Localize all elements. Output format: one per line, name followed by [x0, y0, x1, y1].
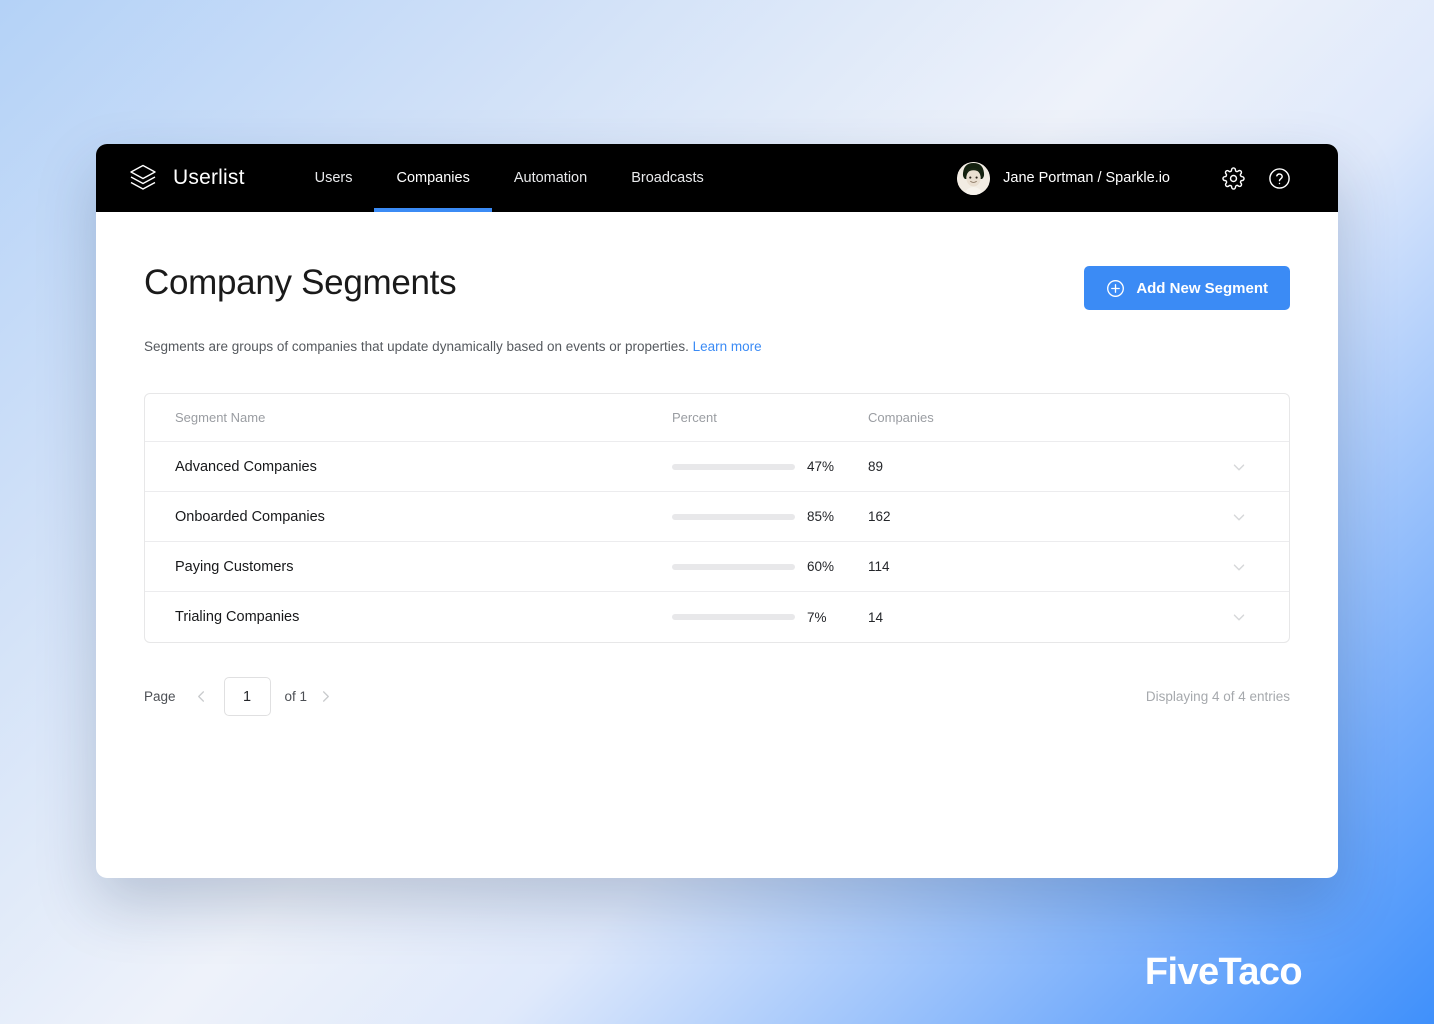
- table-row[interactable]: Onboarded Companies 85% 162: [145, 492, 1289, 543]
- progress-bar: [672, 513, 795, 520]
- segment-companies-count: 114: [868, 559, 890, 575]
- navbar-right: Jane Portman / Sparkle.io: [957, 161, 1296, 195]
- top-navbar: Userlist Users Companies Automation Broa…: [96, 144, 1338, 212]
- nav-tab-broadcasts[interactable]: Broadcasts: [609, 144, 726, 212]
- percent-label: 7%: [807, 609, 827, 625]
- row-expand-button[interactable]: [1219, 608, 1259, 626]
- table-header-row: Segment Name Percent Companies: [145, 394, 1289, 443]
- progress-bar: [672, 563, 795, 570]
- nav-tab-label: Automation: [513, 170, 588, 186]
- segment-percent: 7%: [672, 610, 868, 625]
- progress-bar: [672, 463, 795, 470]
- column-header-percent: Percent: [672, 410, 717, 426]
- prev-page-button[interactable]: [190, 684, 214, 710]
- segment-name: Advanced Companies: [175, 458, 317, 475]
- page-number-input[interactable]: [223, 677, 271, 717]
- user-menu[interactable]: Jane Portman / Sparkle.io: [957, 161, 1170, 195]
- brand-logo[interactable]: Userlist: [126, 161, 245, 195]
- page-header: Company Segments Add New Segment: [144, 263, 1290, 310]
- segment-name: Onboarded Companies: [175, 508, 325, 525]
- nav-tab-label: Broadcasts: [631, 170, 704, 186]
- avatar: [957, 161, 991, 195]
- next-page-button[interactable]: [313, 684, 337, 710]
- segment-companies-count: 14: [868, 609, 884, 625]
- page-description: Segments are groups of companies that up…: [144, 337, 1290, 357]
- brand-name: Userlist: [173, 166, 245, 189]
- segment-percent: 47%: [672, 459, 868, 474]
- table-row[interactable]: Advanced Companies 47% 89: [145, 442, 1289, 493]
- segment-companies-count: 162: [868, 509, 891, 525]
- nav-tab-users[interactable]: Users: [293, 144, 375, 212]
- nav-tab-companies[interactable]: Companies: [374, 144, 493, 212]
- add-new-segment-label: Add New Segment: [1136, 279, 1268, 297]
- table-row[interactable]: Paying Customers 60% 114: [145, 542, 1289, 593]
- column-header-companies: Companies: [868, 410, 934, 426]
- segment-percent: 60%: [672, 559, 868, 574]
- segments-table: Segment Name Percent Companies Advanced …: [144, 393, 1290, 644]
- progress-bar: [672, 614, 795, 621]
- page-content: Company Segments Add New Segment Segment…: [96, 212, 1338, 717]
- nav-tab-automation[interactable]: Automation: [492, 144, 609, 212]
- app-window: Userlist Users Companies Automation Broa…: [96, 144, 1338, 878]
- percent-label: 85%: [807, 509, 835, 525]
- page-total-label: of 1: [284, 689, 308, 705]
- percent-label: 47%: [807, 459, 835, 475]
- percent-label: 60%: [807, 559, 835, 575]
- layers-icon: [126, 161, 160, 195]
- help-button[interactable]: [1262, 161, 1296, 195]
- nav-tab-label: Users: [314, 170, 353, 186]
- page-description-text: Segments are groups of companies that up…: [144, 339, 689, 354]
- row-expand-button[interactable]: [1219, 458, 1259, 476]
- page-label: Page: [144, 689, 176, 705]
- pagination: Page of 1: [144, 677, 337, 717]
- fivetaco-watermark: FiveTaco: [1144, 951, 1303, 993]
- add-new-segment-button[interactable]: Add New Segment: [1084, 266, 1290, 310]
- page-title: Company Segments: [144, 263, 457, 302]
- segment-companies-count: 89: [868, 459, 884, 475]
- column-header-segment-name: Segment Name: [175, 410, 266, 426]
- row-expand-button[interactable]: [1219, 558, 1259, 576]
- entries-count: Displaying 4 of 4 entries: [1145, 689, 1290, 705]
- table-row[interactable]: Trialing Companies 7% 14: [145, 592, 1289, 642]
- user-name: Jane Portman / Sparkle.io: [1003, 170, 1170, 186]
- nav-tabs: Users Companies Automation Broadcasts: [293, 144, 726, 212]
- learn-more-link[interactable]: Learn more: [693, 339, 762, 354]
- table-footer: Page of 1 Displaying 4 of 4 entries: [144, 677, 1290, 717]
- gear-icon: [1221, 166, 1245, 190]
- row-expand-button[interactable]: [1219, 508, 1259, 526]
- question-circle-icon: [1268, 167, 1291, 190]
- nav-tab-label: Companies: [396, 170, 470, 186]
- settings-button[interactable]: [1216, 161, 1250, 195]
- plus-circle-icon: [1106, 279, 1125, 298]
- segment-name: Trialing Companies: [175, 609, 300, 626]
- segment-percent: 85%: [672, 509, 868, 524]
- segment-name: Paying Customers: [175, 558, 294, 575]
